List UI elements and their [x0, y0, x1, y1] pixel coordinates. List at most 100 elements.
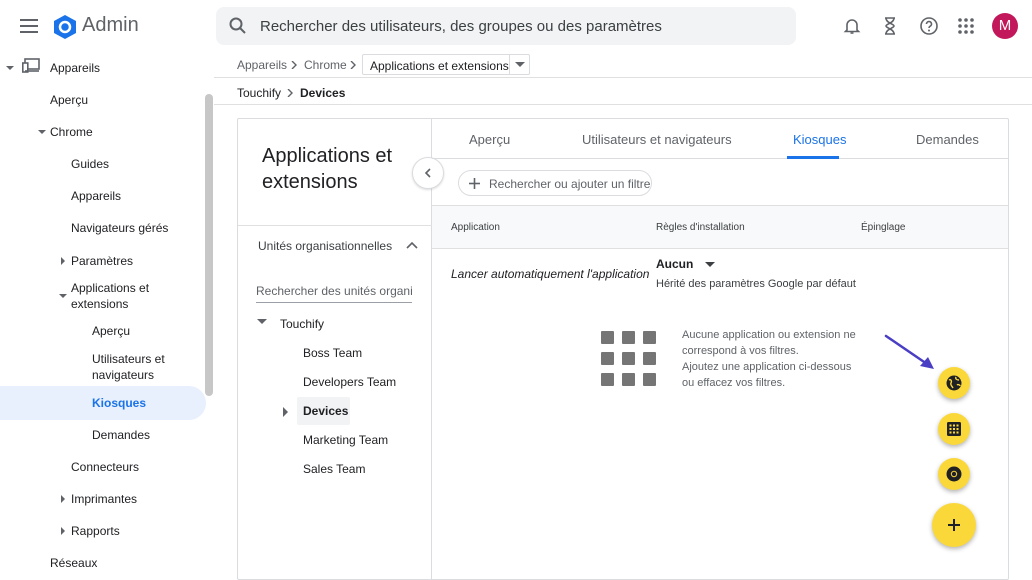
ou-node-touchify[interactable]: Touchify — [280, 317, 324, 331]
empty-state-line1: Aucune application ou extension ne — [682, 329, 856, 341]
tasks-hourglass-icon[interactable] — [880, 16, 900, 36]
inherited-note: Hérité des paramètres Google par défaut — [656, 278, 856, 290]
ou-node-boss-team[interactable]: Boss Team — [303, 346, 362, 360]
table-header: Application Règles d'installation Épingl… — [432, 205, 1008, 249]
install-rule-value[interactable]: Aucun — [656, 257, 693, 271]
caret-right-icon[interactable] — [59, 527, 67, 535]
sidebar-item-guides[interactable]: Guides — [71, 157, 109, 171]
add-play-app-button[interactable] — [938, 413, 970, 445]
user-avatar[interactable]: M — [992, 13, 1018, 39]
active-tab-indicator — [787, 156, 839, 159]
caret-right-icon[interactable] — [59, 257, 67, 265]
breadcrumb-chrome[interactable]: Chrome — [304, 58, 347, 72]
sidebar-item-applications-line1[interactable]: Applications et — [71, 281, 149, 295]
admin-logo[interactable] — [52, 14, 78, 40]
org-units-panel: Applications et extensions Unités organi… — [238, 119, 432, 579]
caret-right-icon[interactable] — [283, 407, 289, 417]
caret-down-icon[interactable] — [257, 319, 267, 325]
filter-label[interactable]: Rechercher ou ajouter un filtre — [489, 177, 650, 191]
empty-state-line4: ou effacez vos filtres. — [682, 377, 786, 389]
caret-down-icon[interactable] — [6, 64, 14, 72]
tab-kiosques[interactable]: Kiosques — [793, 132, 846, 147]
search-icon — [228, 16, 248, 36]
sidebar-item-chrome[interactable]: Chrome — [50, 125, 93, 139]
caret-down-icon[interactable] — [515, 62, 525, 68]
ou-node-sales-team[interactable]: Sales Team — [303, 462, 365, 476]
breadcrumb-dropdown[interactable]: Applications et extensions — [362, 54, 530, 75]
ou-node-devices[interactable]: Devices — [303, 404, 348, 418]
sidebar-item-apercu[interactable]: Aperçu — [50, 93, 88, 107]
sidebar-item-navigateurs[interactable]: Navigateurs gérés — [71, 221, 168, 235]
tab-apercu[interactable]: Aperçu — [469, 132, 510, 147]
org-breadcrumb-devices: Devices — [300, 86, 346, 100]
ou-node-developers-team[interactable]: Developers Team — [303, 375, 396, 389]
org-breadcrumb-touchify[interactable]: Touchify — [237, 86, 281, 100]
caret-down-icon[interactable] — [59, 292, 67, 300]
sidebar-item-appareils[interactable]: Appareils — [50, 61, 100, 75]
sidebar-item-imprimantes[interactable]: Imprimantes — [71, 492, 137, 506]
sidebar-item-parametres[interactable]: Paramètres — [71, 254, 133, 268]
add-web-app-button[interactable] — [938, 367, 970, 399]
help-icon[interactable] — [919, 16, 939, 36]
tab-demandes[interactable]: Demandes — [916, 132, 979, 147]
apps-grid-icon — [947, 422, 961, 436]
hamburger-menu-icon — [20, 19, 38, 33]
breadcrumb: Appareils Chrome Applications et extensi… — [214, 52, 1032, 78]
top-bar: Admin Rechercher des utilisateurs, des g… — [0, 0, 1032, 52]
tab-bar: Aperçu Utilisateurs et navigateurs Kiosq… — [432, 119, 1008, 159]
plus-icon — [948, 519, 960, 531]
admin-hexagon-icon — [54, 15, 76, 39]
empty-state-line3: Ajoutez une application ci-dessous — [682, 361, 852, 373]
org-units-heading[interactable]: Unités organisationnelles — [258, 239, 392, 253]
add-filter-chip[interactable]: Rechercher ou ajouter un filtre — [458, 170, 652, 196]
add-app-fab[interactable] — [932, 503, 976, 547]
sidebar-item-apps-apercu[interactable]: Aperçu — [92, 324, 130, 338]
notifications-bell-icon[interactable] — [842, 16, 862, 36]
sidebar-item-users-line1[interactable]: Utilisateurs et — [92, 352, 165, 366]
org-breadcrumb: Touchify Devices — [214, 79, 1032, 105]
sidebar-item-users-line2[interactable]: navigateurs — [92, 368, 154, 382]
empty-apps-grid-icon — [601, 331, 656, 386]
sidebar-item-reseaux[interactable]: Réseaux — [50, 556, 97, 570]
caret-down-icon[interactable] — [38, 128, 46, 136]
install-rule-dropdown[interactable]: Aucun — [656, 257, 715, 271]
caret-down-icon[interactable] — [704, 261, 715, 268]
add-chrome-app-button[interactable] — [938, 458, 970, 490]
chevron-up-icon[interactable] — [406, 241, 418, 249]
global-search-bar[interactable]: Rechercher des utilisateurs, des groupes… — [216, 7, 796, 45]
breadcrumb-appareils[interactable]: Appareils — [237, 58, 287, 72]
caret-right-icon[interactable] — [59, 495, 67, 503]
sidebar-nav: Appareils Aperçu Chrome Guides Appareils… — [0, 52, 214, 580]
dropdown-divider — [509, 55, 510, 74]
sidebar-item-rapports[interactable]: Rapports — [71, 524, 120, 538]
sidebar-item-appareils-chrome[interactable]: Appareils — [71, 189, 121, 203]
tab-utilisateurs-navigateurs[interactable]: Utilisateurs et navigateurs — [582, 132, 732, 147]
search-placeholder[interactable]: Rechercher des utilisateurs, des groupes… — [260, 18, 662, 35]
sidebar-scrollbar[interactable] — [205, 94, 213, 396]
column-install-rules[interactable]: Règles d'installation — [656, 222, 745, 233]
page-title: Applications et extensions — [262, 145, 393, 193]
org-units-search-placeholder[interactable]: Rechercher des unités organisationnelles — [256, 284, 412, 298]
column-pinning[interactable]: Épinglage — [861, 222, 905, 233]
divider — [238, 225, 432, 226]
plus-icon — [469, 178, 480, 189]
column-application[interactable]: Application — [451, 222, 500, 233]
chrome-icon — [946, 466, 962, 482]
breadcrumb-current[interactable]: Applications et extensions — [370, 59, 509, 73]
org-units-search-input[interactable]: Rechercher des unités organisationnelles — [256, 279, 412, 303]
chevron-right-icon — [350, 61, 356, 69]
chevron-right-icon — [287, 89, 293, 97]
sidebar-item-demandes[interactable]: Demandes — [92, 428, 150, 442]
apps-grid-icon[interactable] — [956, 16, 976, 36]
sidebar-item-kiosques[interactable]: Kiosques — [92, 396, 146, 410]
annotation-arrow-icon — [884, 334, 934, 369]
row-auto-launch-label: Lancer automatiquement l'application — [451, 267, 650, 281]
empty-state-line2: correspond à vos filtres. — [682, 345, 799, 357]
app-brand-name: Admin — [82, 14, 139, 36]
globe-icon — [946, 375, 962, 391]
main-menu-button[interactable] — [16, 14, 42, 38]
sidebar-item-connecteurs[interactable]: Connecteurs — [71, 460, 139, 474]
ou-node-marketing-team[interactable]: Marketing Team — [303, 433, 388, 447]
sidebar-item-applications-line2[interactable]: extensions — [71, 297, 128, 311]
chevron-right-icon — [291, 61, 297, 69]
